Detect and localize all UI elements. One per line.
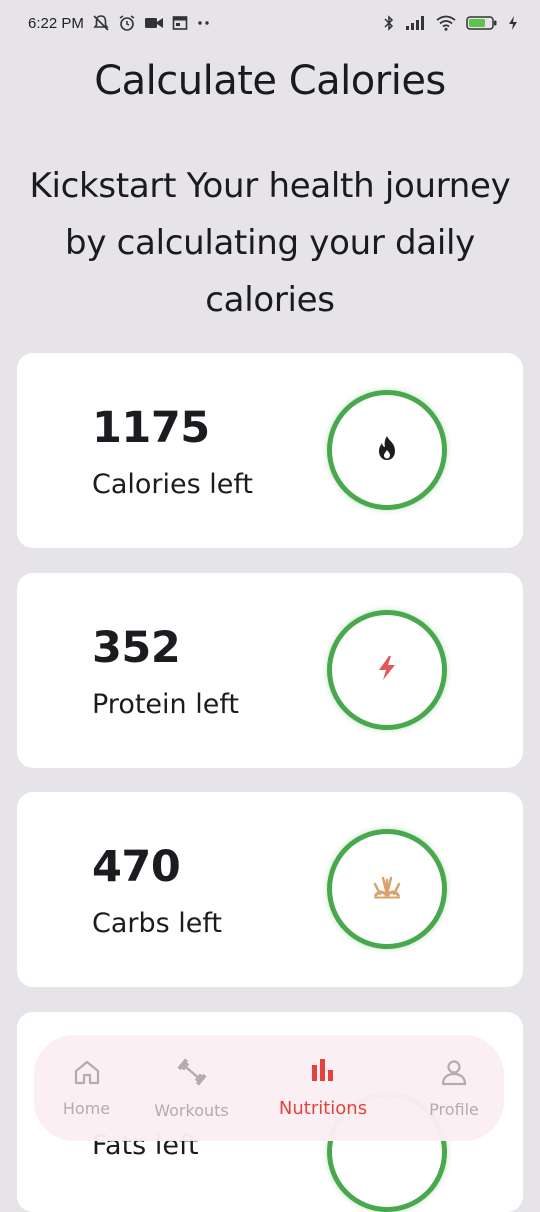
calories-card[interactable]: 1175 Calories left: [17, 353, 523, 548]
nav-item-home[interactable]: Home: [44, 1035, 129, 1141]
status-time: 6:22 PM: [28, 14, 84, 32]
notifications-off-icon: [92, 14, 110, 32]
charging-icon: [508, 15, 518, 31]
subtitle-line: by calculating your daily: [65, 223, 475, 263]
video-camera-icon: [144, 16, 164, 30]
protein-progress-ring: [327, 610, 447, 730]
nav-label-profile: Profile: [429, 1099, 479, 1119]
protein-label: Protein left: [92, 689, 239, 720]
nav-label-home: Home: [62, 1098, 111, 1118]
carbs-label: Carbs left: [92, 908, 223, 939]
bluetooth-icon: [384, 14, 394, 32]
person-icon: [440, 1058, 468, 1090]
lightning-icon: [372, 653, 402, 687]
carbs-progress-ring: [327, 829, 447, 949]
status-right: [384, 14, 518, 32]
dumbbell-icon: [175, 1057, 209, 1091]
flame-icon: [374, 434, 400, 466]
bar-chart-icon: [309, 1057, 337, 1088]
carbs-value: 470: [92, 842, 181, 892]
home-icon: [73, 1059, 101, 1089]
calendar-icon: [172, 15, 188, 31]
wifi-icon: [436, 15, 456, 31]
calories-value: 1175: [92, 403, 210, 453]
wheat-icon: [370, 874, 404, 904]
calories-progress-ring: [327, 390, 447, 510]
status-left: 6:22 PM: [28, 14, 212, 32]
calories-label: Calories left: [92, 469, 254, 500]
page-title: Calculate Calories: [94, 58, 446, 104]
subtitle-line: Kickstart Your health journey: [29, 166, 511, 206]
page-subtitle: Kickstart Your health journey by calcula…: [0, 158, 540, 329]
nav-label-nutritions: Nutritions: [278, 1098, 368, 1119]
alarm-icon: [118, 14, 136, 32]
battery-icon: [466, 15, 498, 31]
carbs-card[interactable]: 470 Carbs left: [17, 792, 523, 987]
nav-label-workouts: Workouts: [154, 1100, 229, 1120]
nav-item-profile[interactable]: Profile: [414, 1035, 494, 1141]
signal-icon: [404, 15, 426, 31]
nav-item-nutritions[interactable]: Nutritions: [264, 1035, 382, 1141]
protein-value: 352: [92, 623, 181, 673]
status-bar: 6:22 PM: [0, 0, 540, 48]
nav-item-workouts[interactable]: Workouts: [144, 1035, 239, 1141]
bottom-navigation: Home Workouts Nutritions Profile: [34, 1035, 504, 1141]
more-dots-icon: [196, 20, 212, 26]
protein-card[interactable]: 352 Protein left: [17, 573, 523, 768]
subtitle-line: calories: [205, 280, 335, 320]
